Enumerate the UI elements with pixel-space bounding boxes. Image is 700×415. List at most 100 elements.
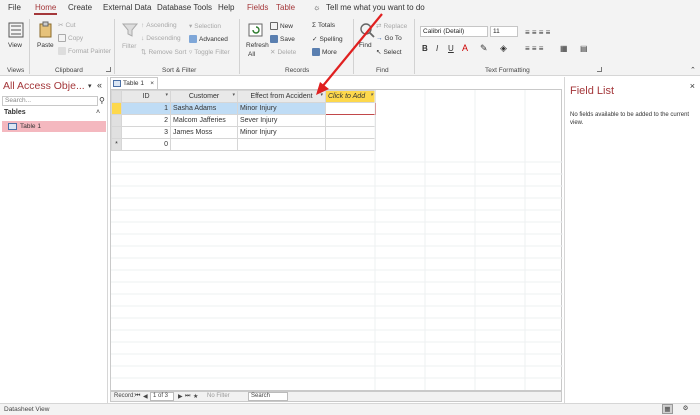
cut-icon: ✂ [58, 22, 64, 29]
spelling-button[interactable]: ✓ Spelling [312, 35, 343, 44]
fill-color-icon[interactable]: ◈ [500, 43, 507, 54]
group-label-views: Views [7, 67, 25, 74]
replace-button[interactable]: ⇄ Replace [376, 22, 408, 31]
separator [114, 19, 115, 74]
tab-create[interactable]: Create [68, 3, 92, 12]
spelling-icon: ✓ [312, 36, 318, 43]
datasheet-view-icon[interactable]: ▦ [662, 404, 673, 414]
replace-label: Replace [383, 22, 408, 30]
format-painter-button[interactable]: Format Painter [58, 47, 111, 55]
search-icon[interactable]: ⚲ [99, 96, 105, 105]
font-name-select[interactable]: Calibri (Detail) [420, 26, 488, 37]
more-button[interactable]: More [312, 48, 337, 56]
document-tab-table-1[interactable]: Table 1 × [110, 77, 158, 89]
align-icons[interactable]: ≡ ≡ ≡ [525, 44, 543, 53]
group-label-clipboard: Clipboard [55, 67, 83, 74]
shutter-bar-icon[interactable]: « [97, 80, 102, 90]
font-size-select[interactable]: 11 [490, 26, 518, 37]
tab-home[interactable]: Home [33, 3, 58, 15]
new-record-button[interactable]: New [270, 22, 293, 30]
ascending-label: Ascending [146, 22, 177, 29]
tab-table[interactable]: Table [276, 3, 295, 12]
previous-record-icon[interactable]: ◀ [143, 393, 148, 400]
refresh-button[interactable]: Refresh [246, 42, 269, 49]
list-icons[interactable]: ≡ ≡ ≡ ≡ [525, 28, 550, 37]
selection-button[interactable]: ▾ Selection [189, 22, 221, 31]
sort-descending-icon: ↓ [141, 35, 145, 42]
first-record-icon[interactable]: ⏮ [135, 393, 140, 400]
last-record-icon[interactable]: ⏭ [185, 393, 190, 400]
remove-sort-icon: ⇅ [141, 49, 147, 56]
nav-section-tables[interactable]: Tables [4, 109, 26, 116]
record-navigator: Record: ⏮ ◀ 1 of 3 ▶ ⏭ ★ No Filter Searc… [110, 391, 562, 402]
select-button[interactable]: ↖ Select [376, 48, 402, 57]
totals-button[interactable]: Σ Totals [312, 22, 335, 29]
close-tab-icon[interactable]: × [150, 78, 154, 89]
advanced-button[interactable]: Advanced [189, 35, 228, 43]
tell-me-box[interactable]: Tell me what you want to do [326, 3, 425, 12]
find-button[interactable]: Find [359, 42, 372, 49]
filter-button[interactable]: Filter [122, 43, 136, 50]
bold-button[interactable]: B [422, 44, 428, 53]
more-icon [312, 48, 320, 56]
go-to-label: Go To [384, 35, 402, 42]
no-filter-indicator[interactable]: No Filter [207, 393, 230, 399]
close-pane-icon[interactable]: × [690, 81, 695, 91]
cut-button[interactable]: ✂ Cut [58, 21, 76, 30]
save-record-button[interactable]: Save [270, 35, 295, 43]
design-view-icon[interactable]: ⚙ [680, 404, 691, 414]
cut-label: Cut [65, 21, 76, 29]
highlight-icon[interactable]: ✎ [480, 43, 488, 54]
spelling-label: Spelling [319, 35, 343, 43]
next-record-icon[interactable]: ▶ [178, 393, 183, 400]
status-view-label: Datasheet View [4, 406, 50, 413]
document-tab-label: Table 1 [123, 80, 144, 87]
tab-external-data[interactable]: External Data [103, 3, 151, 12]
separator [239, 19, 240, 74]
ascending-button[interactable]: ↑ Ascending [141, 22, 177, 29]
ribbon-tabs: File Home Create External Data Database … [0, 0, 700, 16]
tab-file[interactable]: File [8, 3, 21, 12]
paste-button[interactable]: Paste [37, 42, 54, 49]
record-position-input[interactable]: 1 of 3 [150, 392, 174, 401]
text-formatting-launcher-icon[interactable] [597, 67, 602, 72]
underline-button[interactable]: U [448, 44, 454, 53]
toggle-filter-icon: ▿ [189, 49, 193, 56]
replace-icon: ⇄ [376, 23, 382, 30]
tab-help[interactable]: Help [218, 3, 234, 12]
copy-button[interactable]: Copy [58, 34, 83, 42]
nav-pane-title[interactable]: All Access Obje... [3, 80, 85, 92]
nav-search-input[interactable]: Search... [2, 96, 98, 106]
tab-fields[interactable]: Fields [247, 3, 268, 12]
remove-sort-button[interactable]: ⇅ Remove Sort [141, 48, 186, 57]
copy-icon [58, 34, 66, 42]
nav-dropdown-icon[interactable]: ▾ [88, 82, 92, 90]
view-button[interactable]: View [8, 42, 22, 49]
find-icon [360, 23, 375, 38]
alternate-row-icon[interactable]: ▤ [580, 44, 588, 53]
font-color-icon[interactable]: A [462, 43, 468, 53]
advanced-label: Advanced [199, 35, 228, 43]
gridlines-icon[interactable]: ▦ [560, 44, 568, 53]
delete-record-button[interactable]: ✕ Delete [270, 48, 296, 57]
faint-gridlines [111, 90, 563, 390]
tab-database-tools[interactable]: Database Tools [157, 3, 212, 12]
collapse-ribbon-icon[interactable]: ⌃ [690, 66, 696, 74]
descending-button[interactable]: ↓ Descending [141, 35, 181, 42]
italic-button[interactable]: I [436, 44, 438, 53]
separator [353, 19, 354, 74]
nav-item-table-1[interactable]: Table 1 [2, 121, 106, 132]
datasheet: ID ▾ Customer ▾ Effect from Accident ▾ Clic… [110, 89, 563, 391]
totals-label: Totals [318, 22, 336, 29]
save-icon [270, 35, 278, 43]
refresh-all-dropdown[interactable]: All [248, 51, 255, 58]
clipboard-launcher-icon[interactable] [106, 67, 111, 72]
toggle-filter-button[interactable]: ▿ Toggle Filter [189, 48, 230, 57]
collapse-section-icon[interactable]: ˄ [96, 109, 100, 116]
separator [414, 19, 415, 74]
new-record-nav-icon[interactable]: ★ [193, 393, 198, 400]
record-search-input[interactable]: Search [248, 392, 288, 401]
table-icon [113, 80, 121, 87]
go-to-button[interactable]: → Go To [376, 35, 402, 42]
paste-icon [39, 21, 52, 38]
